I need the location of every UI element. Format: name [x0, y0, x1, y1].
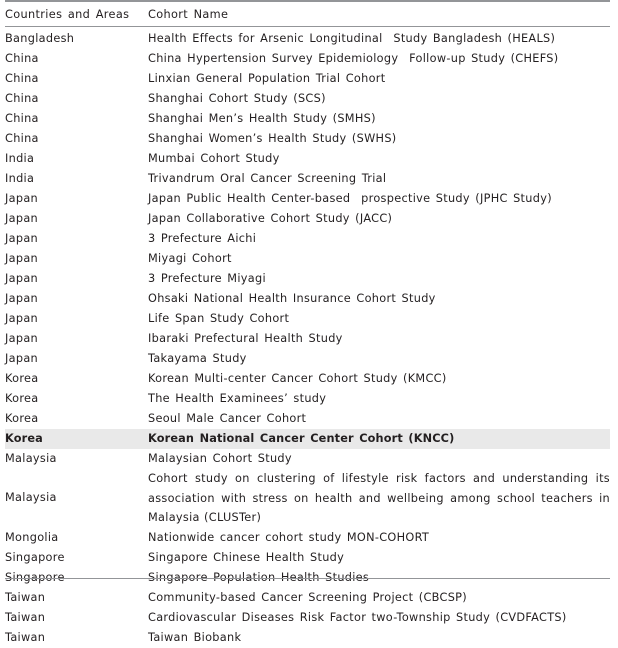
cell-country: India: [5, 172, 35, 185]
table-row: Singapore Singapore Chinese Health Study: [5, 548, 610, 568]
cell-country: Malaysia: [5, 452, 57, 465]
table-row: Japan Japan Collaborative Cohort Study (J…: [5, 209, 610, 229]
cell-cohort-name: Takayama Study: [148, 352, 247, 365]
table-row: India Trivandrum Oral Cancer Screening Tr…: [5, 169, 610, 189]
cell-country: China: [5, 112, 39, 125]
column-header-cohort-name: Cohort Name: [148, 5, 610, 27]
table-row: China Linxian General Population Trial Co…: [5, 69, 610, 89]
cell-cohort-name: Singapore Chinese Health Study: [148, 550, 345, 564]
table-row: China Shanghai Men’s Health Study (SMHS): [5, 109, 610, 129]
table-row: Taiwan Community-based Cancer Screening P…: [5, 588, 610, 608]
cohort-table-container: Countries and Areas Cohort Name Banglade…: [0, 0, 618, 644]
cell-country: Japan: [5, 352, 39, 365]
cell-country: Japan: [5, 272, 39, 285]
cell-country: Japan: [5, 252, 39, 265]
table-bottom-rule: [5, 578, 610, 579]
cell-cohort-name: Malaysian Cohort Study: [148, 452, 292, 465]
column-header-row: Countries and Areas Cohort Name: [5, 5, 610, 27]
cell-country: Mongolia: [5, 530, 59, 544]
table-row: Japan Ohsaki National Health Insurance Co…: [5, 289, 610, 309]
cell-cohort-name: Shanghai Cohort Study (SCS): [148, 92, 326, 105]
cell-cohort-name: Miyagi Cohort: [148, 252, 232, 265]
cohort-table: Countries and Areas Cohort Name Banglade…: [5, 0, 610, 648]
cell-cohort-name: Ibaraki Prefectural Health Study: [148, 332, 343, 345]
cell-cohort-name: The Health Examinees’ study: [148, 392, 327, 405]
table-row: China Shanghai Women’s Health Study (SWHS…: [5, 129, 610, 149]
table-body: Bangladesh Health Effects for Arsenic Lon…: [5, 27, 610, 648]
cell-country: Japan: [5, 292, 39, 305]
cell-country: Bangladesh: [5, 32, 75, 45]
cell-country: Korea: [5, 392, 39, 405]
cell-cohort-name: Linxian General Population Trial Cohort: [148, 72, 386, 85]
table-row: Korea Seoul Male Cancer Cohort: [5, 409, 610, 429]
table-row: Korea The Health Examinees’ study: [5, 389, 610, 409]
cell-country: Japan: [5, 332, 39, 345]
table-row: Taiwan Taiwan Biobank: [5, 628, 610, 648]
cell-country: Korea: [5, 412, 39, 425]
table-row: Japan Ibaraki Prefectural Health Study: [5, 329, 610, 349]
cell-cohort-name: Seoul Male Cancer Cohort: [148, 412, 307, 425]
cell-country: Malaysia: [5, 491, 57, 505]
table-row: Japan 3 Prefecture Miyagi: [5, 269, 610, 289]
cell-cohort-name: Korean National Cancer Center Cohort (KN…: [148, 432, 455, 445]
cell-cohort-name: Taiwan Biobank: [148, 630, 242, 644]
table-row: China Shanghai Cohort Study (SCS): [5, 89, 610, 109]
table-row: Malaysia Cohort study on clustering of li…: [5, 469, 610, 528]
cell-country: Singapore: [5, 550, 65, 564]
cell-cohort-name: Shanghai Women’s Health Study (SWHS): [148, 132, 397, 145]
cell-cohort-name: Health Effects for Arsenic Longitudinal …: [148, 32, 556, 45]
cell-cohort-name: Trivandrum Oral Cancer Screening Trial: [148, 172, 387, 185]
table-row: Bangladesh Health Effects for Arsenic Lon…: [5, 27, 610, 50]
cell-cohort-name: Japan Collaborative Cohort Study (JACC): [148, 212, 393, 225]
table-row: India Mumbai Cohort Study: [5, 149, 610, 169]
table-row: Korea Korean Multi-center Cancer Cohort S…: [5, 369, 610, 389]
cell-country: Japan: [5, 212, 39, 225]
cell-cohort-name: Ohsaki National Health Insurance Cohort …: [148, 292, 436, 305]
cell-country: China: [5, 72, 39, 85]
cell-country: China: [5, 52, 39, 65]
cell-cohort-name: Mumbai Cohort Study: [148, 152, 280, 165]
table-row: Japan 3 Prefecture Aichi: [5, 229, 610, 249]
cell-cohort-name: Korean Multi-center Cancer Cohort Study …: [148, 372, 447, 385]
cell-country: Japan: [5, 192, 39, 205]
cell-cohort-name: Cohort study on clustering of lifestyle …: [148, 472, 610, 525]
cell-cohort-name: Shanghai Men’s Health Study (SMHS): [148, 112, 376, 125]
table-row: Japan Miyagi Cohort: [5, 249, 610, 269]
cell-country: Taiwan: [5, 610, 46, 624]
table-row: Taiwan Cardiovascular Diseases Risk Facto…: [5, 608, 610, 628]
cell-country: Korea: [5, 372, 39, 385]
table-row: Japan Life Span Study Cohort: [5, 309, 610, 329]
cell-cohort-name: 3 Prefecture Miyagi: [148, 272, 266, 285]
cell-country: Taiwan: [5, 630, 46, 644]
cell-cohort-name: Cardiovascular Diseases Risk Factor two-…: [148, 610, 567, 624]
table-row: Korea Korean National Cancer Center Cohor…: [5, 429, 610, 449]
cell-country: China: [5, 92, 39, 105]
table-row: Japan Takayama Study: [5, 349, 610, 369]
cell-cohort-name: Japan Public Health Center-based prospec…: [148, 192, 552, 205]
cell-cohort-name: 3 Prefecture Aichi: [148, 232, 257, 245]
cell-cohort-name: Community-based Cancer Screening Project…: [148, 590, 467, 604]
table-row: China China Hypertension Survey Epidemiol…: [5, 49, 610, 69]
cell-cohort-name: Nationwide cancer cohort study MON-COHOR…: [148, 530, 430, 544]
cell-cohort-name: China Hypertension Survey Epidemiology F…: [148, 52, 559, 65]
table-row: Japan Japan Public Health Center-based pr…: [5, 189, 610, 209]
cell-country: Korea: [5, 432, 43, 445]
cell-country: Japan: [5, 232, 39, 245]
table-row: Mongolia Nationwide cancer cohort study M…: [5, 528, 610, 548]
column-header-countries-and-areas: Countries and Areas: [5, 5, 148, 27]
cell-cohort-name: Life Span Study Cohort: [148, 312, 290, 325]
cell-country: India: [5, 152, 35, 165]
cell-country: China: [5, 132, 39, 145]
cell-country: Japan: [5, 312, 39, 325]
table-row: Malaysia Malaysian Cohort Study: [5, 449, 610, 469]
cell-country: Taiwan: [5, 590, 46, 604]
table-header: Countries and Areas Cohort Name: [5, 0, 610, 27]
